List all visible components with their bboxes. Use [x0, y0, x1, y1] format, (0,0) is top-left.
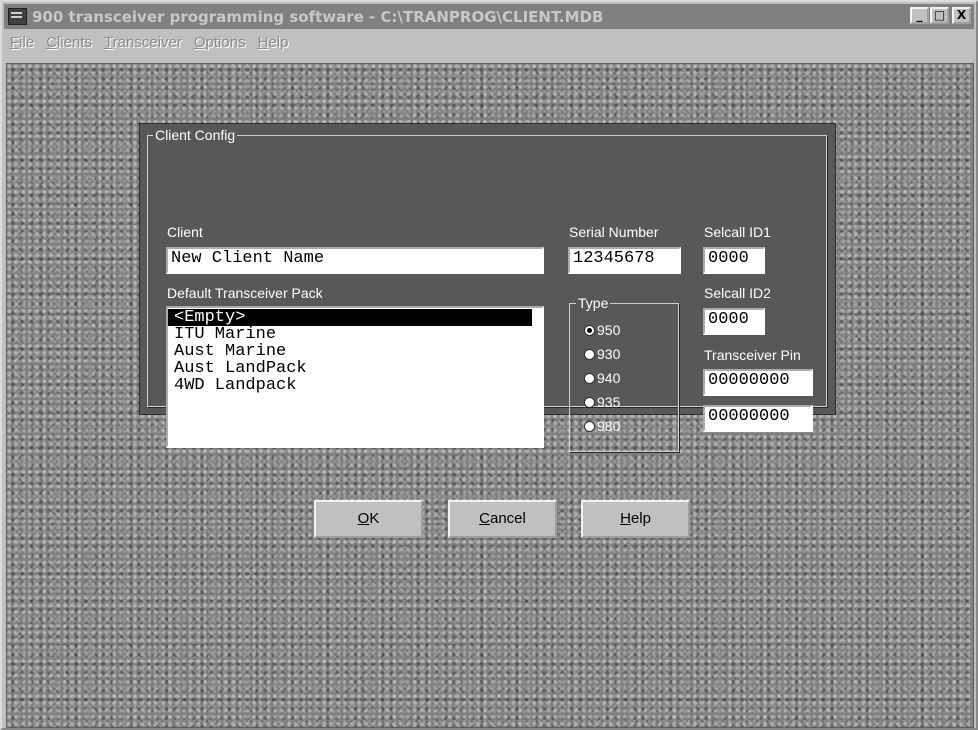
cancel-button[interactable]: Cancel — [448, 500, 557, 538]
serial-number-input[interactable]: 12345678 — [568, 247, 681, 274]
radio-icon — [584, 420, 595, 432]
close-button[interactable]: X — [952, 7, 971, 24]
selcall-id2-input[interactable]: 0000 — [703, 308, 765, 335]
list-item[interactable]: Aust Marine — [168, 343, 542, 360]
type-radio-940[interactable]: 940 — [584, 370, 620, 386]
menu-bar: File Clients Transceiver Options Help — [4, 31, 974, 53]
type-group: Type 950 930 940 935 980 — [569, 295, 679, 452]
transceiver-pin-label: Transceiver Pin — [704, 347, 801, 363]
minimize-button[interactable]: _ — [910, 7, 929, 24]
window-title: 900 transceiver programming software - C… — [32, 7, 604, 26]
menu-clients[interactable]: Clients — [40, 34, 98, 51]
type-radio-980[interactable]: 980 — [584, 418, 620, 434]
list-item[interactable]: Aust LandPack — [168, 360, 542, 377]
transceiver-pin-confirm-input[interactable]: 00000000 — [703, 405, 813, 432]
transceiver-pack-label: Default Transceiver Pack — [167, 285, 323, 301]
serial-number-label: Serial Number — [569, 224, 659, 240]
transceiver-app-icon[interactable] — [8, 8, 27, 25]
list-item[interactable]: <Empty> — [168, 309, 532, 326]
ok-button[interactable]: OK — [314, 500, 423, 538]
help-button[interactable]: Help — [581, 500, 690, 538]
menu-transceiver[interactable]: Transceiver — [98, 34, 188, 51]
window-controls: _ □ X — [909, 7, 971, 24]
client-label: Client — [167, 224, 203, 240]
radio-icon — [584, 396, 595, 408]
type-group-title: Type — [576, 295, 611, 311]
selcall-id2-label: Selcall ID2 — [704, 285, 771, 301]
radio-selected-icon — [584, 324, 595, 336]
app-window: 900 transceiver programming software - C… — [0, 0, 978, 730]
menu-help[interactable]: Help — [252, 34, 295, 51]
transceiver-pack-listbox[interactable]: <Empty> ITU Marine Aust Marine Aust Land… — [166, 306, 544, 448]
selcall-id1-input[interactable]: 0000 — [703, 247, 765, 274]
title-bar[interactable]: 900 transceiver programming software - C… — [4, 4, 974, 29]
client-config-title: Client Config — [153, 127, 238, 143]
transceiver-pin-input[interactable]: 00000000 — [703, 369, 813, 396]
menu-file[interactable]: File — [4, 34, 40, 51]
radio-icon — [584, 372, 595, 384]
radio-icon — [584, 348, 595, 360]
menu-options[interactable]: Options — [188, 34, 252, 51]
maximize-button[interactable]: □ — [930, 7, 949, 24]
type-radio-930[interactable]: 930 — [584, 346, 620, 362]
selcall-id1-label: Selcall ID1 — [704, 224, 771, 240]
client-name-input[interactable]: New Client Name — [166, 247, 544, 274]
list-item[interactable]: 4WD Landpack — [168, 377, 542, 394]
type-radio-950[interactable]: 950 — [584, 322, 620, 338]
type-radio-935[interactable]: 935 — [584, 394, 620, 410]
list-item[interactable]: ITU Marine — [168, 326, 542, 343]
